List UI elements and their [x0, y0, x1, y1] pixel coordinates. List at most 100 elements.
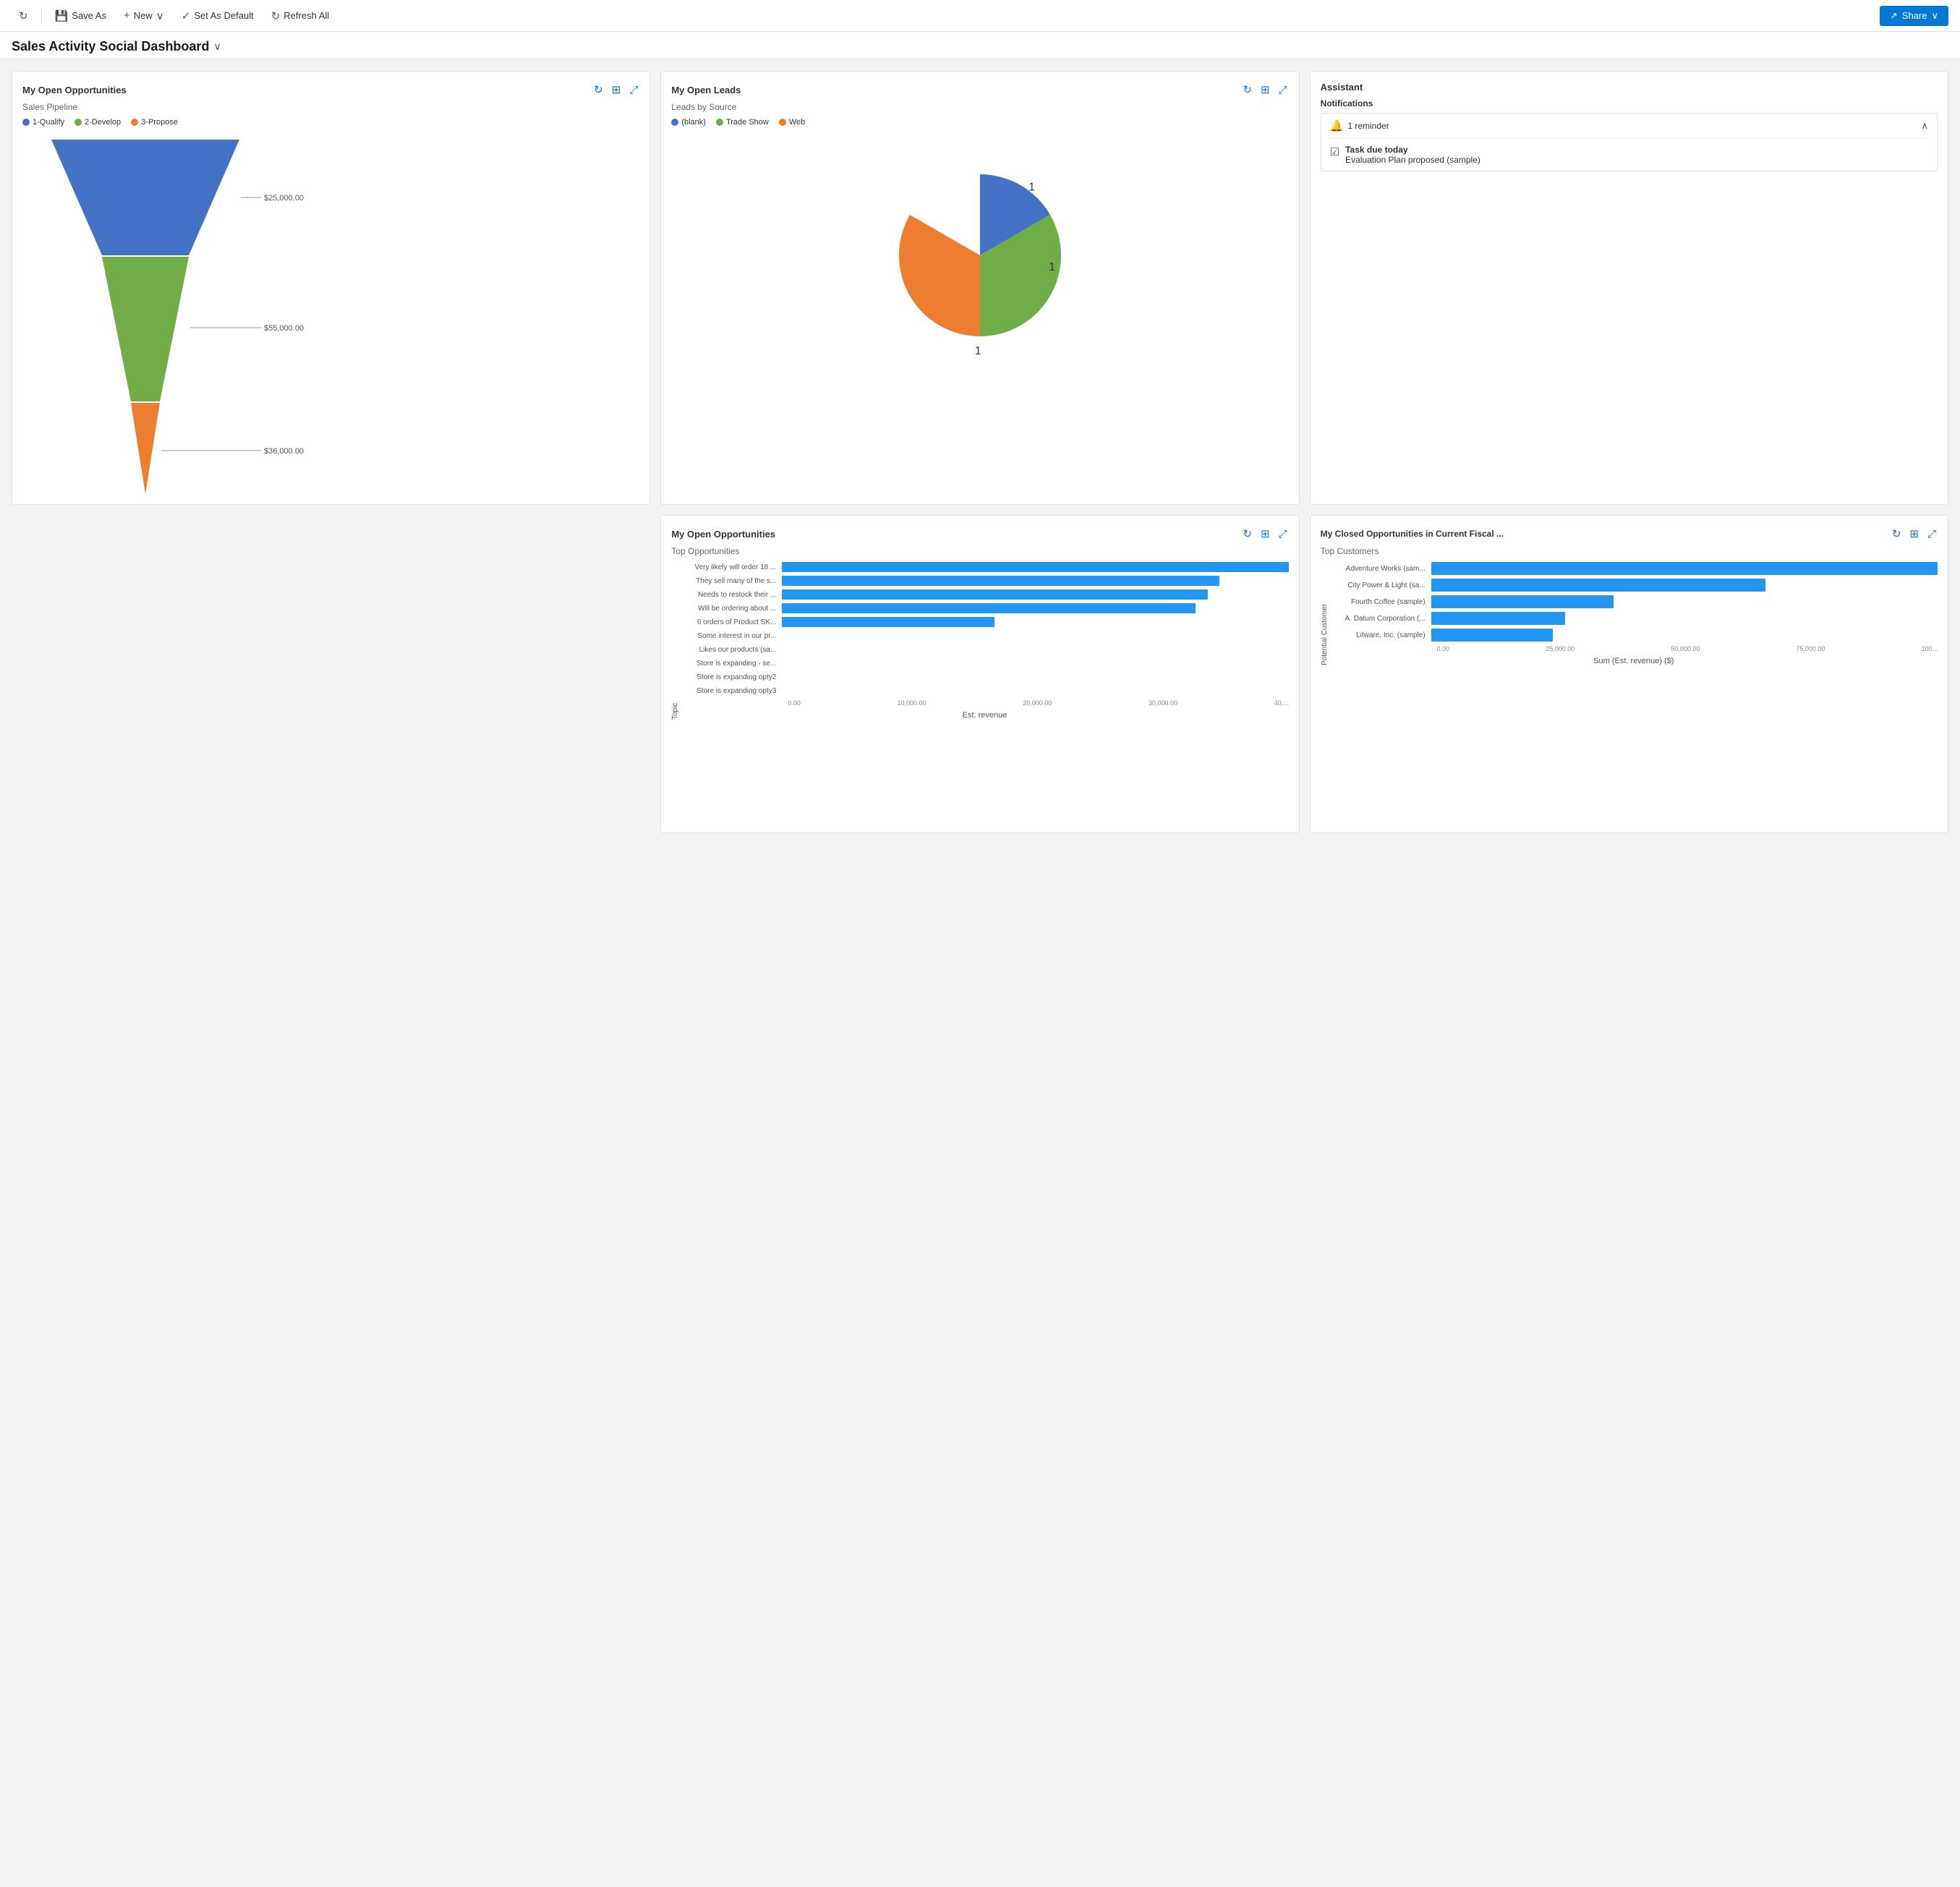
share-button[interactable]: ↗ Share ∨	[1880, 6, 1948, 26]
share-label: Share	[1902, 10, 1927, 21]
bar-chart-closed-opps: Adventure Works (sam... City Power & Lig…	[1330, 562, 1938, 642]
share-icon: ↗	[1890, 10, 1898, 22]
funnel-label-develop: $55,000.00	[264, 324, 304, 333]
ctick-0: 0.00	[1437, 645, 1450, 652]
legend-web: Web	[779, 118, 805, 127]
closed-opps-grid-btn[interactable]: ⊞	[1908, 526, 1920, 542]
open-leads-grid-btn[interactable]: ⊞	[1259, 82, 1271, 98]
new-button[interactable]: + New ∨	[116, 5, 171, 27]
table-row: Some interest in our pr...	[681, 631, 1288, 641]
cbar-label-2: Fourth Coffee (sample)	[1330, 598, 1431, 606]
ctick-3: 75,000.00	[1796, 645, 1825, 652]
closed-opps-expand-btn[interactable]: ⤢	[1926, 526, 1938, 542]
top-opps-expand-btn[interactable]: ⤢	[1277, 526, 1289, 542]
funnel-label-propose: $36,000.00	[264, 447, 304, 456]
page-title: Sales Activity Social Dashboard	[12, 39, 209, 54]
open-opps-subtitle: Sales Pipeline	[22, 102, 639, 112]
open-opportunities-card: My Open Opportunities ↻ ⊞ ⤢ Sales Pipeli…	[12, 71, 650, 505]
notif-header[interactable]: 🔔 1 reminder ∧	[1330, 119, 1928, 132]
cbar-fill-2	[1431, 595, 1614, 608]
closed-opps-title: My Closed Opportunities in Current Fisca…	[1321, 529, 1504, 539]
chevron-down-icon: ∨	[156, 9, 164, 22]
refresh-button[interactable]: ↻ Refresh All	[264, 5, 336, 27]
page-title-chevron-icon[interactable]: ∨	[213, 41, 221, 53]
task-due-label: Task due today	[1345, 145, 1480, 155]
assistant-title: Assistant	[1321, 82, 1363, 93]
table-row: City Power & Light (sa...	[1330, 579, 1938, 592]
top-opps-axis-ticks: 0.00 10,000.00 20,000.00 30,000.00 40,..…	[681, 699, 1288, 707]
qualify-dot	[22, 119, 30, 126]
tick-4: 40,...	[1274, 699, 1289, 707]
check-icon: ✓	[182, 9, 191, 22]
task-description: Evaluation Plan proposed (sample)	[1345, 155, 1480, 165]
open-opps-refresh-btn[interactable]: ↻	[592, 82, 605, 98]
bar-label-5: Some interest in our pr...	[681, 632, 782, 640]
closed-bar-chart-wrap: Potential Customer Adventure Works (sam.…	[1321, 562, 1938, 665]
table-row: Fourth Coffee (sample)	[1330, 595, 1938, 608]
set-default-button[interactable]: ✓ Set As Default	[174, 5, 261, 27]
develop-dot	[74, 119, 82, 126]
tick-2: 20,000.00	[1023, 699, 1052, 707]
funnel-svg: $25,000.00 $55,000.00 $36,000.00	[37, 140, 254, 494]
top-opps-refresh-btn[interactable]: ↻	[1241, 526, 1253, 542]
back-icon: ↻	[19, 9, 28, 22]
cbar-label-0: Adventure Works (sam...	[1330, 565, 1431, 573]
open-opps-icons: ↻ ⊞ ⤢	[592, 82, 639, 98]
bar-label-1: They sell many of the s...	[681, 577, 782, 585]
open-leads-subtitle: Leads by Source	[671, 102, 1288, 112]
table-row: A. Datum Corporation (...	[1330, 612, 1938, 625]
closed-opps-refresh-btn[interactable]: ↻	[1891, 526, 1903, 542]
pie-label-blank: 1	[1028, 181, 1035, 193]
closed-opps-header: My Closed Opportunities in Current Fisca…	[1321, 526, 1938, 542]
chevron-up-icon: ∧	[1921, 120, 1928, 132]
opps-chart-wrap: Topic Very likely will order 18 ... They…	[671, 562, 1288, 720]
save-as-button[interactable]: 💾 Save As	[48, 5, 114, 27]
bar-label-4: 6 orders of Product SK...	[681, 618, 782, 626]
bar-chart-top-opps: Very likely will order 18 ... They sell …	[681, 562, 1288, 696]
bar-fill-0	[782, 562, 1288, 572]
pie-label-tradeshow: 1	[1049, 261, 1055, 273]
bar-fill-4	[782, 617, 994, 627]
refresh-label: Refresh All	[284, 10, 329, 21]
back-button[interactable]: ↻	[12, 5, 35, 27]
share-chevron-icon: ∨	[1931, 10, 1938, 22]
cbar-fill-0	[1431, 562, 1938, 575]
open-leads-expand-btn[interactable]: ⤢	[1277, 82, 1289, 98]
ctick-2: 50,000.00	[1671, 645, 1700, 652]
bar-fill-1	[782, 576, 1219, 586]
cbar-fill-4	[1431, 629, 1553, 642]
closed-opps-axis-ticks: 0.00 25,000.00 50,000.00 75,000.00 100..…	[1330, 645, 1938, 652]
table-row: 6 orders of Product SK...	[681, 617, 1288, 627]
develop-label: 2-Develop	[85, 118, 121, 127]
refresh-icon: ↻	[271, 9, 281, 22]
open-opps-legend: 1-Qualify 2-Develop 3-Propose	[22, 118, 639, 127]
open-opps-expand-btn[interactable]: ⤢	[628, 82, 639, 98]
closed-opps-x-label: Sum (Est. revenue) ($)	[1330, 657, 1938, 665]
notification-item: 🔔 1 reminder ∧ ☑ Task due today Evaluati…	[1321, 113, 1938, 171]
top-opps-grid-btn[interactable]: ⊞	[1259, 526, 1271, 542]
bell-icon: 🔔	[1330, 119, 1344, 132]
open-leads-title: My Open Leads	[671, 85, 741, 95]
closed-opportunities-card: My Closed Opportunities in Current Fisca…	[1310, 515, 1948, 833]
open-leads-refresh-btn[interactable]: ↻	[1241, 82, 1253, 98]
tick-3: 30,000.00	[1149, 699, 1177, 707]
notifications-title: Notifications	[1321, 98, 1938, 108]
cbar-label-1: City Power & Light (sa...	[1330, 582, 1431, 589]
closed-bars: Adventure Works (sam... City Power & Lig…	[1330, 562, 1938, 665]
bar-label-2: Needs to restock their ...	[681, 591, 782, 599]
closed-opps-subtitle: Top Customers	[1321, 546, 1938, 556]
bar-fill-3	[782, 603, 1195, 613]
legend-propose: 3-Propose	[131, 118, 178, 127]
closed-opps-icons: ↻ ⊞ ⤢	[1891, 526, 1938, 542]
propose-dot	[131, 119, 138, 126]
web-dot	[779, 119, 786, 126]
funnel-container: $25,000.00 $55,000.00 $36,000.00	[22, 132, 639, 494]
open-opps-grid-btn[interactable]: ⊞	[610, 82, 623, 98]
top-opps-icons: ↻ ⊞ ⤢	[1241, 526, 1288, 542]
table-row: Store is expanding opty2	[681, 672, 1288, 682]
assistant-card: Assistant Notifications 🔔 1 reminder ∧ ☑…	[1310, 71, 1948, 505]
table-row: Very likely will order 18 ...	[681, 562, 1288, 572]
bar-label-9: Store is expanding opty3	[681, 687, 782, 695]
dashboard: My Open Opportunities ↻ ⊞ ⤢ Sales Pipeli…	[0, 59, 1960, 845]
open-opps-title: My Open Opportunities	[22, 85, 127, 95]
